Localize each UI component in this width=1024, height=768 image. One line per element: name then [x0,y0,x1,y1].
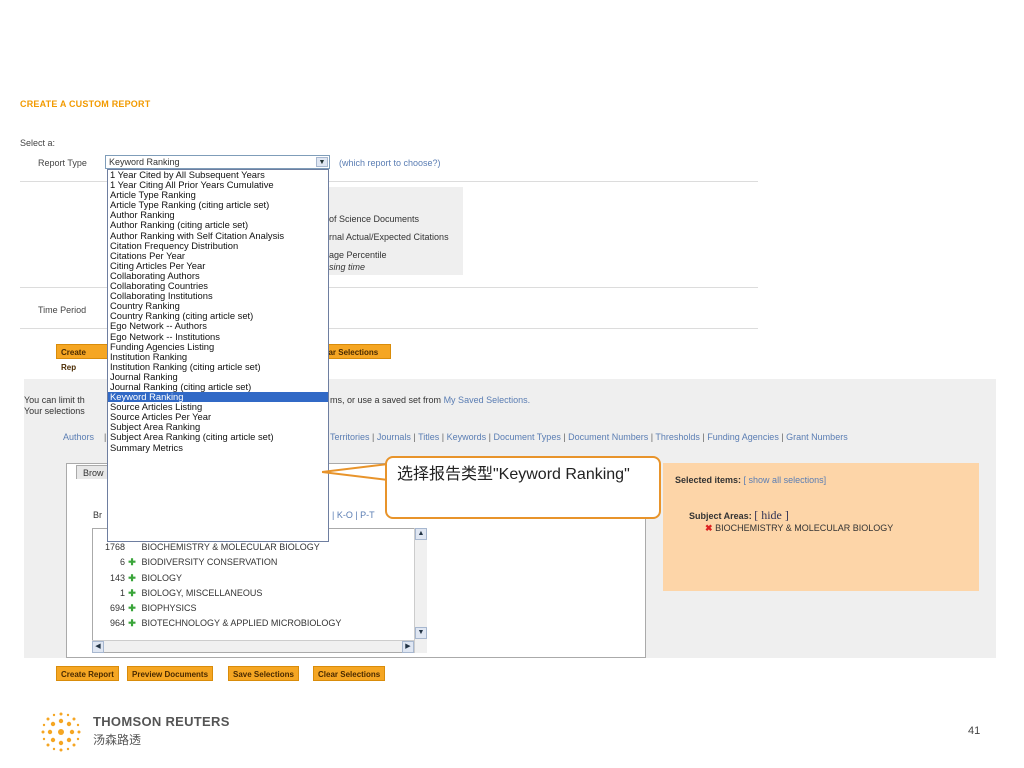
which-report-link[interactable]: (which report to choose?) [339,158,441,168]
filter-links: Territories | Journals | Titles | Keywor… [330,432,848,442]
remove-icon[interactable]: ✖ [705,523,713,533]
plus-icon: ✚ [128,572,136,583]
vertical-scrollbar[interactable]: ▲ ▼ [414,528,427,653]
plus-icon: ✚ [128,557,136,568]
page-number: 41 [968,725,981,737]
filter-thresholds[interactable]: Thresholds [655,432,700,442]
filter-funding-agencies[interactable]: Funding Agencies [707,432,779,442]
plus-icon: ✚ [128,587,136,598]
list-item[interactable]: 1768 BIOCHEMISTRY & MOLECULAR BIOLOGY [93,540,414,555]
filter-document-numbers[interactable]: Document Numbers [568,432,648,442]
report-type-value: Keyword Ranking [109,157,180,167]
filter-territories[interactable]: Territories [330,432,370,442]
callout-pointer [322,462,392,482]
logo-globe-icon [41,712,81,752]
report-type-label: Report Type [38,158,87,168]
save-selections-button[interactable]: Save Selections [228,666,299,681]
clear-selections-button[interactable]: Clear Selections [313,666,386,681]
browse-label: Br [93,510,102,520]
limit-text: You can limit th [24,395,85,405]
create-report-button[interactable]: Create Rep [56,344,108,372]
select-a-label: Select a: [20,138,56,148]
logo-cn: 汤森路透 [93,733,142,747]
filter-journals[interactable]: Journals [377,432,411,442]
selected-items-panel: Selected items: [ show all selections] S… [663,463,979,591]
filter-keywords[interactable]: Keywords [447,432,487,442]
time-period-label: Time Period [38,305,87,315]
separator: | [104,432,107,442]
report-type-options[interactable]: 1 Year Cited by All Subsequent Years 1 Ye… [107,169,329,542]
plus-icon: ✚ [128,618,136,629]
list-item[interactable]: 1 ✚ BIOLOGY, MISCELLANEOUS [93,586,414,601]
chevron-down-icon[interactable]: ▼ [316,157,328,167]
subject-list[interactable]: 1768 BIOCHEMISTRY & MOLECULAR BIOLOGY 6 ✚… [92,528,415,653]
clear-selections-button[interactable]: ear Selections [319,344,391,359]
report-type-select[interactable]: Keyword Ranking ▼ [105,155,330,169]
scroll-left-icon[interactable]: ◀ [92,641,104,653]
metric-item: age Percentile [329,250,387,260]
filter-authors[interactable]: Authors [63,432,94,442]
list-item[interactable]: 6 ✚ BIODIVERSITY CONSERVATION [93,555,414,570]
page-title: CREATE A CUSTOM REPORT [20,99,151,109]
callout-annotation: 选择报告类型"Keyword Ranking" [385,456,661,519]
selected-item: ✖ BIOCHEMISTRY & MOLECULAR BIOLOGY [705,523,894,533]
list-item[interactable]: 964 ✚ BIOTECHNOLOGY & APPLIED MICROBIOLOG… [93,616,414,631]
create-report-button[interactable]: Create Report [56,666,119,681]
selected-items-title: Selected items: [ show all selections] [675,475,827,485]
metric-item: sing time [329,262,366,272]
saved-selections-link[interactable]: My Saved Selections. [444,395,531,405]
preview-documents-button[interactable]: Preview Documents [127,666,214,681]
scroll-down-icon[interactable]: ▼ [415,627,427,639]
limit-text-2: Your selections [24,406,85,416]
list-item[interactable]: 143 ✚ BIOLOGY [93,571,414,586]
scroll-right-icon[interactable]: ▶ [402,641,414,653]
report-type-option[interactable]: Summary Metrics [108,442,328,453]
limit-text-tail: ms, or use a saved set from My Saved Sel… [330,395,531,405]
filter-titles[interactable]: Titles [418,432,439,442]
filter-document-types[interactable]: Document Types [493,432,560,442]
metric-item: of Science Documents [329,214,420,224]
hide-link[interactable]: [ hide ] [754,508,789,522]
scroll-up-icon[interactable]: ▲ [415,528,427,540]
logo-name: THOMSON REUTERS [93,714,230,729]
metric-item: rnal Actual/Expected Citations [329,232,449,242]
filter-grant-numbers[interactable]: Grant Numbers [786,432,848,442]
subject-areas-label: Subject Areas: [ hide ] [689,508,789,522]
slide: CREATE A CUSTOM REPORT Select a: Report … [0,0,1024,768]
horizontal-scrollbar[interactable]: ◀ ▶ [92,640,414,653]
list-item[interactable]: 694 ✚ BIOPHYSICS [93,601,414,616]
show-all-selections-link[interactable]: [ show all selections] [744,475,827,485]
report-type-option[interactable]: Ego Network -- Authors [108,321,328,331]
plus-icon: ✚ [128,603,136,614]
alpha-filter[interactable]: | K-O | P-T [332,510,375,520]
